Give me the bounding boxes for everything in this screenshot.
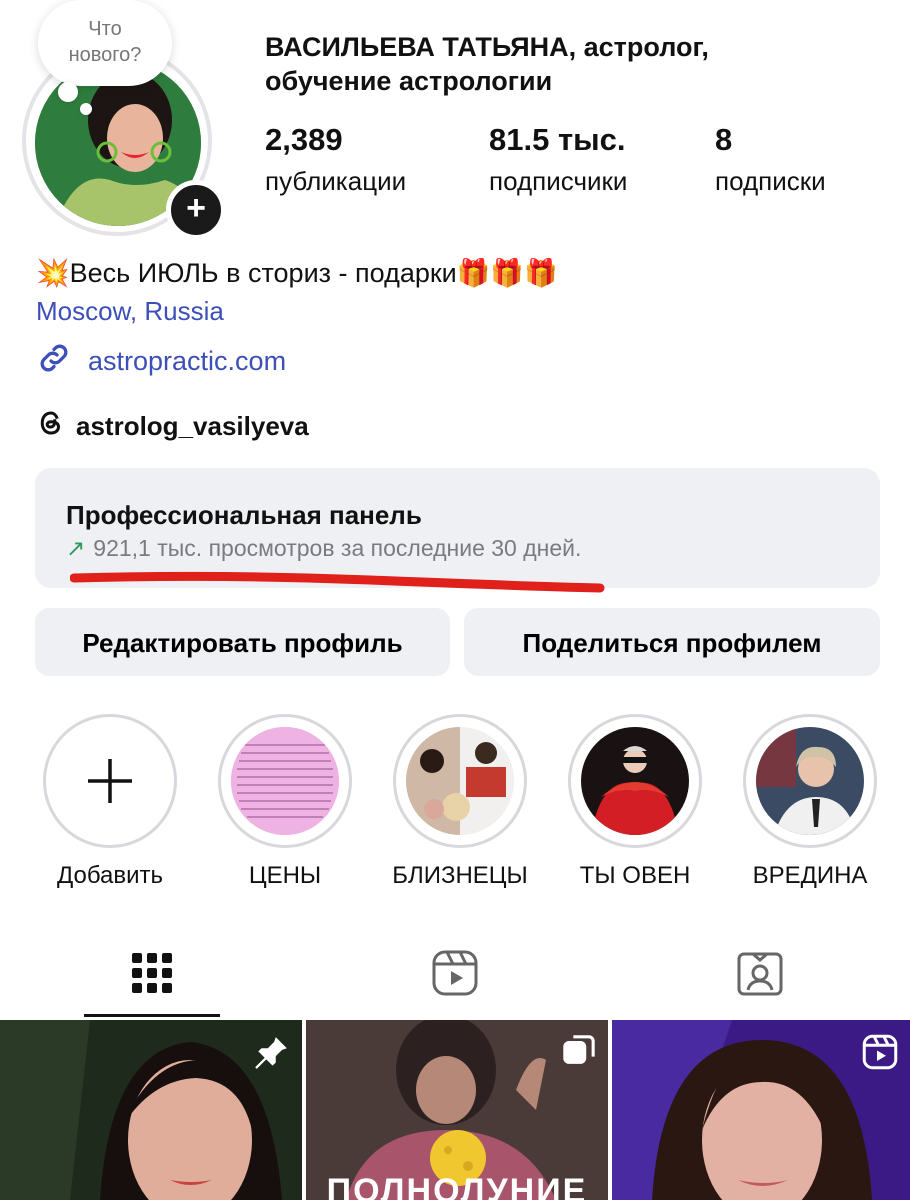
stat-label: подписчики	[489, 166, 628, 196]
highlight-gemini[interactable]: БЛИЗНЕЦЫ	[390, 714, 530, 890]
tab-grid[interactable]	[82, 942, 222, 1004]
highlight-label: Добавить	[56, 862, 164, 889]
profile-avatar-area[interactable]: + Что нового?	[0, 0, 240, 250]
highlight-aries[interactable]: ТЫ ОВЕН	[565, 714, 705, 890]
stat-value: 2,389	[265, 122, 343, 157]
stat-followers[interactable]: 81.5 тыс. подписчики	[489, 122, 627, 197]
add-story-button[interactable]: +	[166, 180, 226, 240]
stat-value: 81.5 тыс.	[489, 122, 626, 157]
reels-icon	[432, 950, 478, 996]
highlight-circle	[393, 714, 527, 848]
highlight-label: ЦЕНЫ	[248, 862, 322, 889]
tagged-icon	[737, 952, 783, 996]
plus-icon	[88, 759, 132, 803]
threads-badge[interactable]: astrolog_vasilyeva	[36, 408, 309, 445]
gift-emojis: 🎁🎁🎁	[456, 258, 558, 288]
pro-panel-title: Профессиональная панель	[66, 500, 422, 530]
grid-icon	[132, 953, 172, 993]
highlight-cover	[756, 727, 864, 835]
highlight-circle	[43, 714, 177, 848]
note-tail-dot	[58, 82, 78, 102]
highlight-cover	[231, 727, 339, 835]
stat-following[interactable]: 8 подписки	[715, 122, 826, 197]
note-tail-dot	[80, 103, 92, 115]
post-tile[interactable]	[0, 1020, 302, 1200]
bio-text: 💥Весь ИЮЛЬ в сториз - подарки🎁🎁🎁	[36, 253, 558, 293]
share-profile-button[interactable]: Поделиться профилем	[464, 608, 880, 676]
highlight-label: ВРЕДИНА	[752, 862, 868, 889]
website-text: astropractic.com	[88, 346, 287, 376]
note-bubble[interactable]: Что нового?	[38, 0, 172, 86]
explosion-emoji: 💥	[36, 258, 70, 288]
stat-value: 8	[715, 122, 733, 157]
profile-name: ВАСИЛЬЕВА ТАТЬЯНА, астролог, обучение ас…	[265, 30, 885, 98]
tab-tagged[interactable]	[690, 942, 830, 1004]
stat-label: публикации	[265, 166, 407, 196]
red-underline-annotation	[70, 571, 605, 593]
location-link[interactable]: Moscow, Russia	[36, 296, 224, 327]
highlight-label: ТЫ ОВЕН	[579, 862, 691, 889]
pin-icon	[252, 1034, 290, 1077]
highlight-prices[interactable]: ЦЕНЫ	[215, 714, 355, 890]
reels-icon	[862, 1034, 898, 1075]
highlight-circle	[218, 714, 352, 848]
active-tab-indicator	[84, 1014, 220, 1017]
bio-line: Весь ИЮЛЬ в сториз - подарки	[69, 258, 457, 288]
post-caption: ПОЛНОЛУНИЕ	[326, 1172, 588, 1200]
highlight-circle	[568, 714, 702, 848]
note-line1: Что	[88, 18, 122, 40]
edit-profile-button[interactable]: Редактировать профиль	[35, 608, 450, 676]
highlight-label: БЛИЗНЕЦЫ	[392, 862, 528, 889]
threads-icon	[36, 408, 66, 445]
stat-label: подписки	[715, 166, 826, 196]
carousel-icon	[562, 1034, 596, 1073]
post-tile[interactable]	[612, 1020, 910, 1200]
pro-panel-subtitle: ↗ 921,1 тыс. просмотров за последние 30 д…	[66, 535, 581, 562]
link-icon	[36, 340, 72, 383]
pro-panel-views: 921,1 тыс. просмотров за последние 30 дн…	[93, 535, 582, 561]
threads-handle: astrolog_vasilyeva	[76, 411, 309, 441]
highlight-villain[interactable]: ВРЕДИНА	[740, 714, 880, 890]
highlight-circle	[743, 714, 877, 848]
tab-reels[interactable]	[385, 942, 525, 1004]
website-link[interactable]: astropractic.com	[36, 340, 286, 383]
highlight-cover	[581, 727, 689, 835]
stat-posts[interactable]: 2,389 публикации	[265, 122, 406, 197]
profile-name-line1: ВАСИЛЬЕВА ТАТЬЯНА, астролог,	[265, 32, 709, 62]
highlight-cover	[406, 727, 514, 835]
post-tile[interactable]: ПОЛНОЛУНИЕ	[306, 1020, 608, 1200]
highlight-add[interactable]: Добавить	[40, 714, 180, 890]
profile-name-line2: обучение астрологии	[265, 66, 553, 96]
trend-up-icon: ↗	[66, 535, 86, 561]
note-line2: нового?	[68, 44, 142, 66]
